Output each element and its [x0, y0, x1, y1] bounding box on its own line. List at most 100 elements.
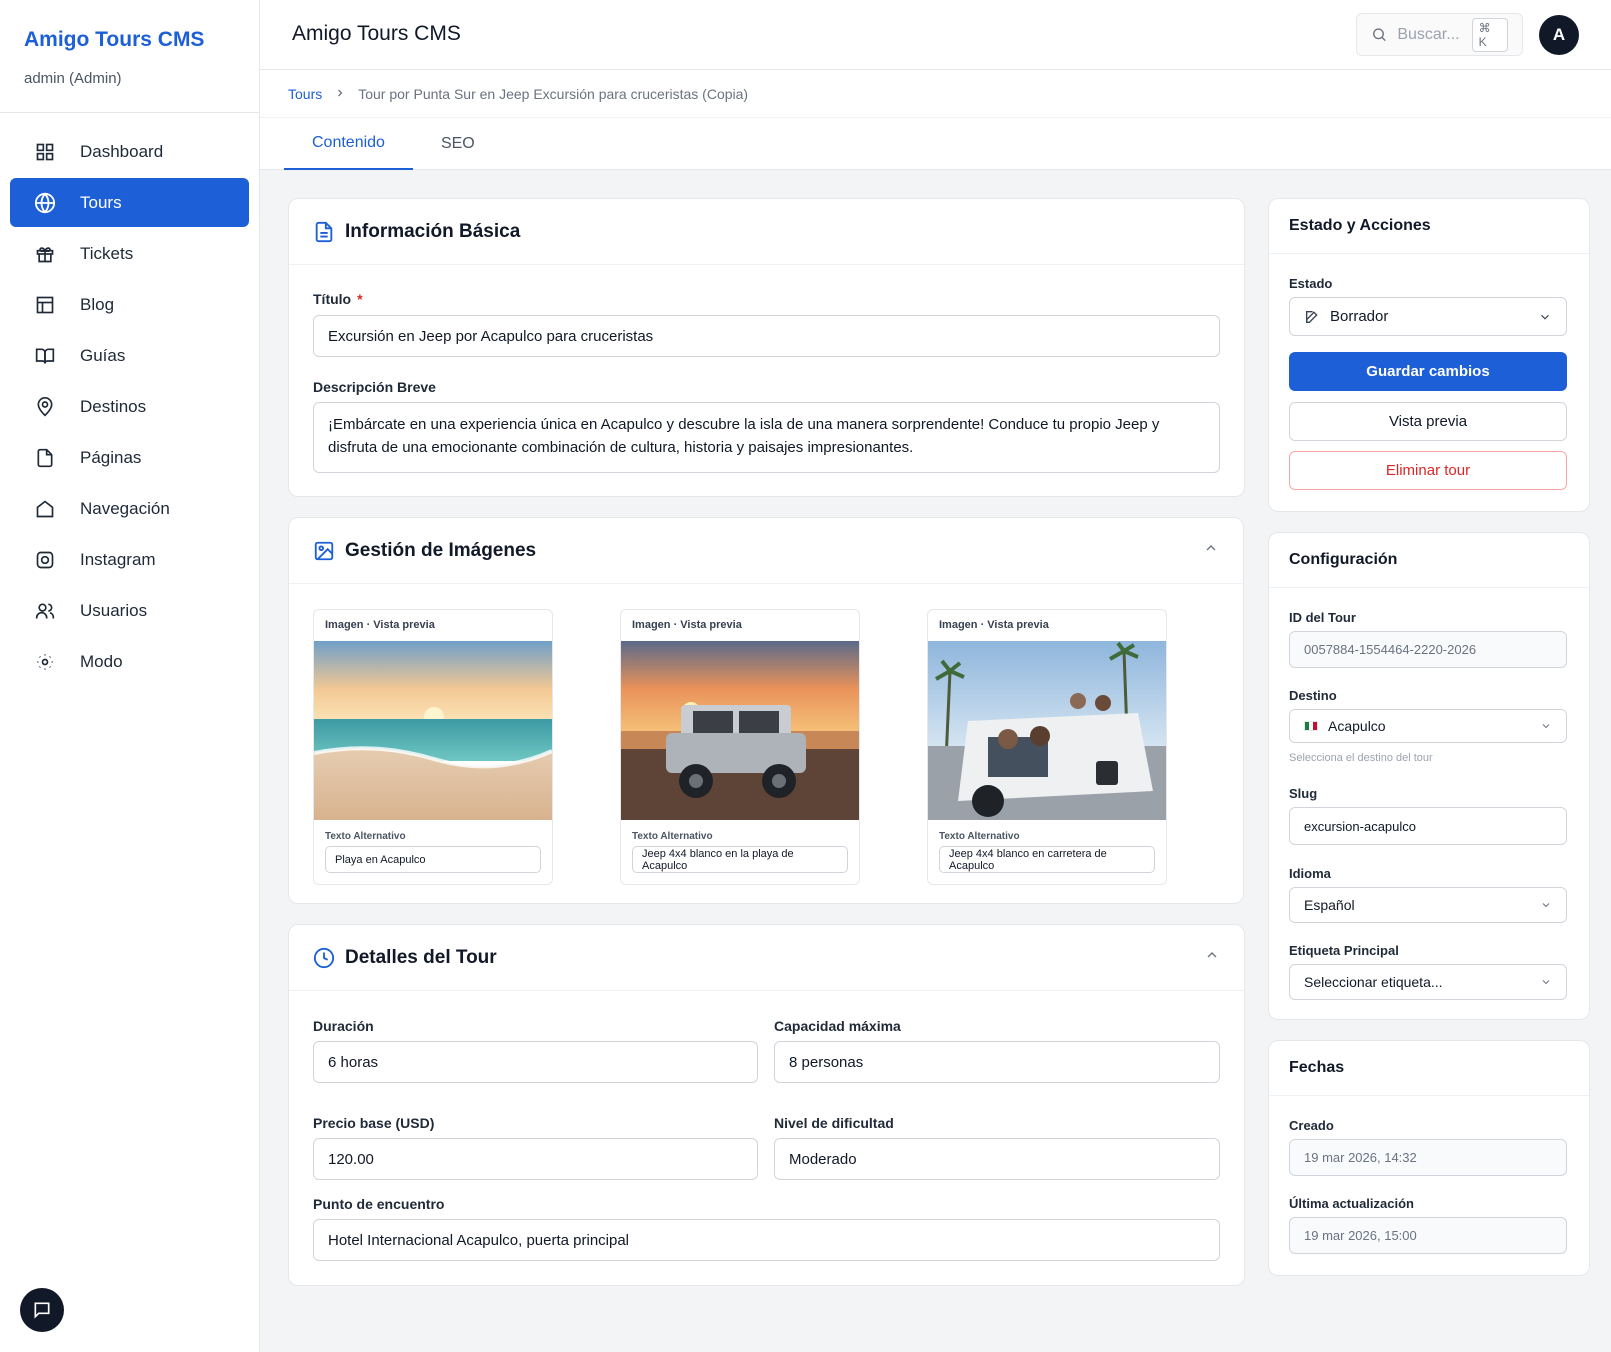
- status-header: Estado y Acciones: [1269, 199, 1589, 254]
- sidebar-item-tours[interactable]: Tours: [10, 178, 249, 227]
- title-input[interactable]: Excursión en Jeep por Acapulco para cruc…: [313, 315, 1220, 357]
- avatar[interactable]: A: [1539, 15, 1579, 55]
- sidebar-item-modo[interactable]: Modo: [10, 637, 249, 686]
- description-textarea[interactable]: ¡Embárcate en una experiencia única en A…: [313, 402, 1220, 473]
- meeting-point-input[interactable]: Hotel Internacional Acapulco, puerta pri…: [313, 1219, 1220, 1261]
- alt-text-label: Texto Alternativo: [632, 831, 713, 842]
- image-caption: Imagen · Vista previa: [939, 619, 1049, 631]
- images-title: Gestión de Imágenes: [345, 539, 537, 561]
- status-value: Borrador: [1330, 308, 1389, 325]
- file-icon: [34, 447, 56, 469]
- chat-button[interactable]: [20, 1288, 64, 1332]
- sidebar-item-usuarios[interactable]: Usuarios: [10, 586, 249, 635]
- users-icon: [34, 600, 56, 622]
- delete-tour-button[interactable]: Eliminar tour: [1289, 451, 1567, 490]
- current-user: admin (Admin): [24, 70, 122, 87]
- slug-input[interactable]: excursion-acapulco: [1289, 807, 1567, 845]
- book-icon: [34, 345, 56, 367]
- chevron-up-icon[interactable]: [1204, 947, 1220, 963]
- main-tag-value: Seleccionar etiqueta...: [1304, 974, 1443, 990]
- required-mark: *: [357, 291, 363, 307]
- config-card: Configuración ID del Tour 0057884-155446…: [1268, 532, 1590, 1020]
- chevron-down-icon: [1542, 903, 1550, 908]
- gift-icon: [34, 243, 56, 265]
- search-input[interactable]: Buscar... ⌘ K: [1356, 13, 1523, 56]
- clock-icon: [313, 947, 335, 968]
- search-icon: [1373, 28, 1386, 42]
- alt-text-input[interactable]: Jeep 4x4 blanco en carretera de Acapulco: [939, 846, 1155, 873]
- main-tag-select[interactable]: Seleccionar etiqueta...: [1289, 964, 1567, 1000]
- brand: Amigo Tours CMS admin (Admin): [0, 0, 259, 113]
- images-header: Gestión de Imágenes: [289, 518, 1243, 584]
- chevron-up-icon[interactable]: [1203, 540, 1219, 556]
- jeep-road-image[interactable]: [928, 641, 1166, 820]
- topbar: Amigo Tours CMS Buscar... ⌘ K A: [260, 0, 1611, 70]
- sun-icon: [34, 651, 56, 673]
- sidebar-nav: Dashboard Tours Tickets Blog Guías Desti…: [0, 113, 259, 702]
- basic-info-title: Información Básica: [345, 220, 521, 242]
- main-tag-label: Etiqueta Principal: [1289, 943, 1399, 958]
- sidebar-item-blog[interactable]: Blog: [10, 280, 249, 329]
- sidebar-item-label: Blog: [80, 294, 115, 314]
- language-label: Idioma: [1289, 866, 1331, 881]
- capacity-input[interactable]: 8 personas: [774, 1041, 1220, 1083]
- status-card: Estado y Acciones Estado Borrador Guarda…: [1268, 198, 1590, 512]
- tab-contenido[interactable]: Contenido: [284, 118, 413, 170]
- beach-image[interactable]: [314, 641, 552, 820]
- sidebar-item-paginas[interactable]: Páginas: [10, 433, 249, 482]
- destination-select[interactable]: Acapulco: [1289, 709, 1567, 743]
- basic-info-header: Información Básica: [289, 199, 1244, 265]
- alt-text-input[interactable]: Jeep 4x4 blanco en la playa de Acapulco: [632, 846, 848, 873]
- details-card: Detalles del Tour Duración 6 horas Capac…: [288, 924, 1245, 1286]
- sidebar-item-label: Dashboard: [80, 141, 164, 161]
- status-title: Estado y Acciones: [1289, 217, 1431, 234]
- chevron-down-icon: [1542, 724, 1550, 729]
- breadcrumb-current: Tour por Punta Sur en Jeep Excursión par…: [358, 85, 749, 102]
- sidebar-item-navegacion[interactable]: Navegación: [10, 484, 249, 533]
- instagram-icon: [34, 549, 56, 571]
- language-select[interactable]: Español: [1289, 887, 1567, 923]
- details-title: Detalles del Tour: [345, 946, 497, 968]
- image-tile: Imagen · Vista previa Texto Alternativo …: [620, 609, 860, 885]
- tour-id-field: 0057884-1554464-2220-2026: [1289, 631, 1567, 668]
- image-tile: Imagen · Vista previa Texto Alternativo …: [313, 609, 553, 885]
- breadcrumb-tours-link[interactable]: Tours: [288, 86, 322, 102]
- config-title: Configuración: [1289, 551, 1398, 568]
- sidebar-item-guias[interactable]: Guías: [10, 331, 249, 380]
- chevron-down-icon: [1541, 314, 1549, 320]
- status-select[interactable]: Borrador: [1289, 297, 1567, 336]
- config-header: Configuración: [1269, 533, 1589, 588]
- difficulty-select[interactable]: Moderado: [774, 1138, 1220, 1180]
- chevron-down-icon: [1542, 980, 1550, 985]
- brand-title[interactable]: Amigo Tours CMS: [24, 28, 235, 52]
- sidebar-item-label: Tours: [80, 192, 122, 212]
- image-caption: Imagen · Vista previa: [325, 619, 435, 631]
- breadcrumb: Tours Tour por Punta Sur en Jeep Excursi…: [260, 70, 1611, 118]
- search-shortcut: ⌘ K: [1471, 17, 1508, 52]
- image-icon: [314, 541, 334, 560]
- sidebar-item-instagram[interactable]: Instagram: [10, 535, 249, 584]
- save-button[interactable]: Guardar cambios: [1289, 352, 1567, 391]
- tour-id-label: ID del Tour: [1289, 610, 1356, 625]
- sidebar: Amigo Tours CMS admin (Admin) Dashboard …: [0, 0, 260, 1352]
- tab-seo[interactable]: SEO: [413, 118, 503, 170]
- sidebar-item-label: Modo: [80, 651, 123, 671]
- sidebar-item-label: Usuarios: [80, 600, 148, 620]
- destination-label: Destino: [1289, 688, 1337, 703]
- alt-text-input[interactable]: Playa en Acapulco: [325, 846, 541, 873]
- created-field: 19 mar 2026, 14:32: [1289, 1139, 1567, 1176]
- sidebar-item-label: Páginas: [80, 447, 142, 467]
- sidebar-item-dashboard[interactable]: Dashboard: [10, 127, 249, 176]
- duration-input[interactable]: 6 horas: [313, 1041, 758, 1083]
- sidebar-item-tickets[interactable]: Tickets: [10, 229, 249, 278]
- preview-button[interactable]: Vista previa: [1289, 402, 1567, 441]
- alt-text-label: Texto Alternativo: [939, 831, 1020, 842]
- app-title: Amigo Tours CMS: [292, 22, 461, 45]
- jeep-beach-image[interactable]: [621, 641, 859, 820]
- title-label-text: Título: [313, 291, 352, 307]
- sidebar-item-destinos[interactable]: Destinos: [10, 382, 249, 431]
- capacity-label: Capacidad máxima: [774, 1018, 901, 1034]
- dates-title: Fechas: [1289, 1059, 1345, 1076]
- price-input[interactable]: 120.00: [313, 1138, 758, 1180]
- sidebar-item-label: Destinos: [80, 396, 147, 416]
